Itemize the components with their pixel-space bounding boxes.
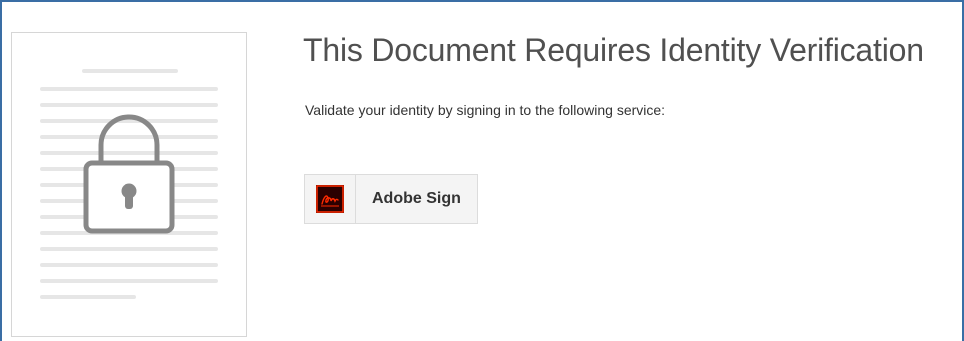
adobe-sign-logo-container — [305, 175, 356, 223]
adobe-sign-button[interactable]: Adobe Sign — [304, 174, 478, 224]
adobe-sign-logo-icon — [316, 185, 344, 213]
locked-document-illustration — [11, 32, 247, 337]
verification-panel: This Document Requires Identity Verifica… — [0, 0, 964, 341]
page-title: This Document Requires Identity Verifica… — [303, 32, 924, 68]
lock-icon — [83, 114, 175, 234]
adobe-sign-label: Adobe Sign — [372, 190, 461, 207]
instruction-text: Validate your identity by signing in to … — [305, 102, 666, 118]
verification-content: This Document Requires Identity Verifica… — [303, 30, 953, 224]
